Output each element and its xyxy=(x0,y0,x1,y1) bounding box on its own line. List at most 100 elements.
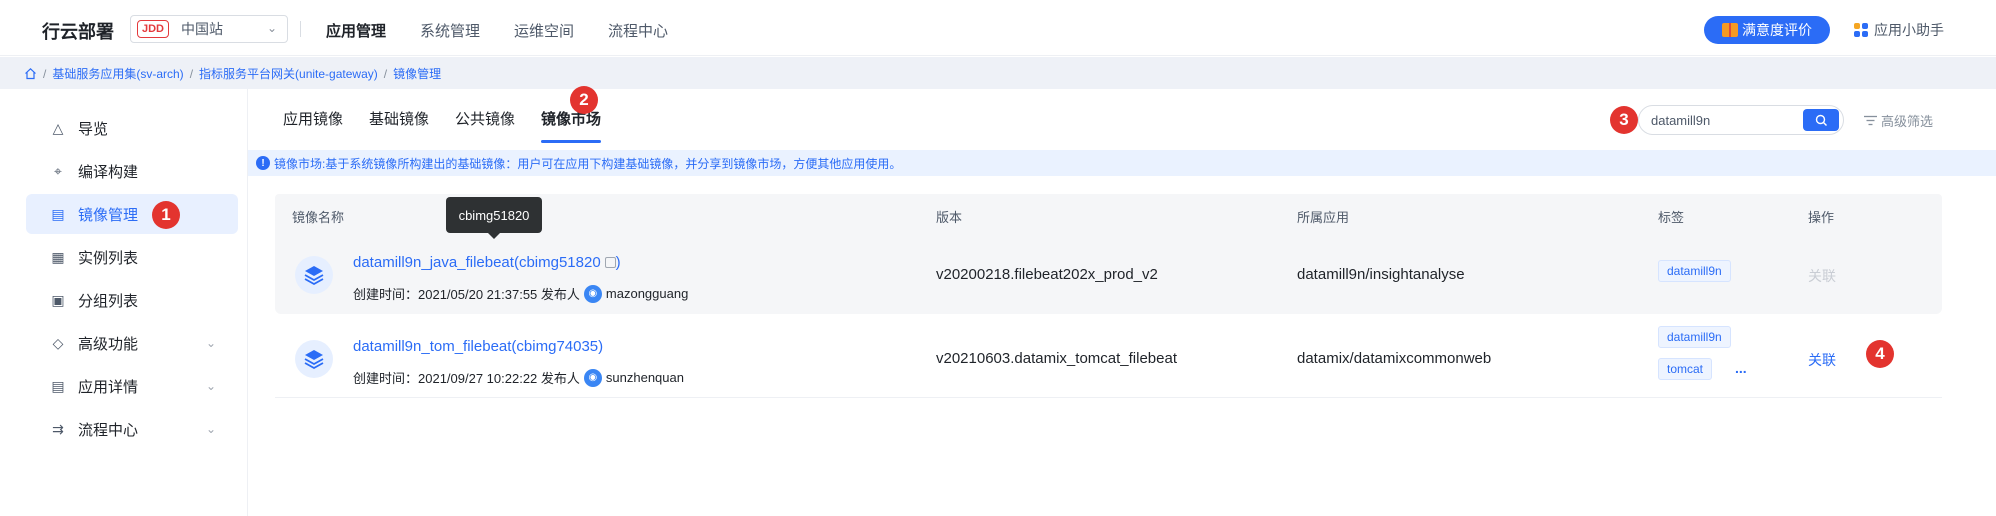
column-header-version: 版本 xyxy=(936,210,963,225)
image-name-link[interactable]: datamill9n_tom_filebeat(cbimg74035) xyxy=(353,338,603,355)
annotation-badge: 1 xyxy=(152,201,180,229)
associate-button[interactable]: 关联 xyxy=(1808,350,1836,370)
sidebar-item-app-details[interactable]: ▤ 应用详情 ⌄ xyxy=(26,366,238,406)
chevron-down-icon: ⌄ xyxy=(205,336,216,350)
search-input[interactable]: datamill9n xyxy=(1638,105,1844,135)
image-layers-icon xyxy=(295,340,333,378)
info-notice: ! 镜像市场:基于系统镜像所构建出的基础镜像：用户可在应用下构建基础镜像，并分享… xyxy=(248,150,1996,176)
gift-icon xyxy=(1722,23,1738,37)
sidebar-item-flow[interactable]: ⇉ 流程中心 ⌄ xyxy=(26,409,238,449)
assistant-button[interactable]: 应用小助手 xyxy=(1854,20,1944,40)
tab-public-images[interactable]: 公共镜像 xyxy=(455,108,515,143)
table-row: datamill9n_tom_filebeat(cbimg74035) 创建时间… xyxy=(275,320,1942,398)
top-nav-ops-space[interactable]: 运维空间 xyxy=(514,20,574,41)
associate-button-disabled: 关联 xyxy=(1808,268,1836,284)
image-name-link[interactable]: datamill9n_java_filebeat(cbimg51820) xyxy=(353,254,621,271)
assistant-label: 应用小助手 xyxy=(1874,22,1944,38)
column-header-name: 镜像名称 xyxy=(292,210,345,225)
advanced-filter-button[interactable]: 高级筛选 xyxy=(1864,111,1933,130)
column-header-app: 所属应用 xyxy=(1297,210,1350,225)
tag: tomcat xyxy=(1658,358,1713,380)
column-header-tags: 标签 xyxy=(1658,210,1685,225)
publisher: mazongguang xyxy=(605,286,689,301)
sidebar-item-instances[interactable]: ▦ 实例列表 xyxy=(26,237,238,277)
more-tags-button[interactable]: ... xyxy=(1735,360,1747,376)
annotation-badge: 4 xyxy=(1866,340,1894,368)
flow-icon: ⇉ xyxy=(52,420,64,437)
chevron-down-icon: ⌄ xyxy=(205,379,216,393)
avatar: ◉ xyxy=(583,284,602,303)
sidebar-item-label: 镜像管理 xyxy=(78,206,139,224)
breadcrumb-separator: / xyxy=(189,66,194,81)
table-row: datamill9n_java_filebeat(cbimg51820) 创建时… xyxy=(275,236,1942,314)
grid-icon: ▦ xyxy=(51,248,65,265)
build-icon: ⌖ xyxy=(54,162,62,179)
sidebar-item-label: 高级功能 xyxy=(78,335,139,353)
breadcrumb-item-app[interactable]: 指标服务平台网关(unite-gateway) xyxy=(199,65,378,82)
search-icon xyxy=(1815,114,1827,126)
notice-text: 镜像市场:基于系统镜像所构建出的基础镜像：用户可在应用下构建基础镜像，并分享到镜… xyxy=(274,156,902,171)
breadcrumb-item-app-set[interactable]: 基础服务应用集(sv-arch) xyxy=(52,65,183,82)
app-cell: datamix/datamixcommonweb xyxy=(1297,350,1492,367)
filter-label: 高级筛选 xyxy=(1881,114,1934,129)
tab-image-market[interactable]: 镜像市场 xyxy=(541,108,602,143)
sidebar-item-build[interactable]: ⌖ 编译构建 xyxy=(26,151,238,191)
rating-button[interactable]: 满意度评价 xyxy=(1704,16,1830,44)
annotation-badge: 3 xyxy=(1610,106,1638,134)
breadcrumb-separator: / xyxy=(43,66,47,81)
site-badge: JDD xyxy=(137,20,170,38)
tab-app-images[interactable]: 应用镜像 xyxy=(283,108,343,143)
annotation-badge: 2 xyxy=(570,86,598,114)
created-time: 创建时间：2021/05/20 21:37:55 发布人 xyxy=(353,287,580,302)
search-button[interactable] xyxy=(1803,109,1839,131)
avatar: ◉ xyxy=(583,368,602,387)
clipboard-icon: ▤ xyxy=(51,205,65,222)
filter-icon xyxy=(1864,115,1877,126)
copy-icon[interactable] xyxy=(604,257,616,268)
top-nav-system-management[interactable]: 系统管理 xyxy=(420,20,480,41)
tooltip: cbimg51820 xyxy=(446,197,542,239)
diamond-icon: ◇ xyxy=(52,334,64,351)
breadcrumb-item-current[interactable]: 镜像管理 xyxy=(393,65,441,82)
chevron-down-icon: ⌄ xyxy=(266,21,277,35)
sidebar-item-label: 导览 xyxy=(78,120,109,138)
folder-icon: ▣ xyxy=(51,291,65,308)
compass-icon: △ xyxy=(52,119,64,136)
publisher: sunzhenquan xyxy=(605,370,684,385)
top-nav-app-management[interactable]: 应用管理 xyxy=(326,20,386,41)
search-value: datamill9n xyxy=(1651,112,1711,128)
sidebar-item-label: 实例列表 xyxy=(78,249,139,267)
image-name-suffix: ) xyxy=(615,254,621,271)
top-nav-process-center[interactable]: 流程中心 xyxy=(608,20,668,41)
version-cell: v20200218.filebeat202x_prod_v2 xyxy=(936,266,1158,283)
rating-label: 满意度评价 xyxy=(1742,22,1812,38)
column-header-actions: 操作 xyxy=(1808,210,1835,225)
created-time: 创建时间：2021/09/27 10:22:22 发布人 xyxy=(353,371,580,386)
sidebar-item-advanced[interactable]: ◇ 高级功能 ⌄ xyxy=(26,323,238,363)
image-meta: 创建时间：2021/05/20 21:37:55 发布人 ◉ mazonggua… xyxy=(353,284,688,303)
apps-icon xyxy=(1854,23,1868,37)
tag: datamill9n xyxy=(1658,260,1731,282)
sidebar-item-groups[interactable]: ▣ 分组列表 xyxy=(26,280,238,320)
tag: datamill9n xyxy=(1658,326,1731,348)
chevron-down-icon: ⌄ xyxy=(205,422,216,436)
image-tabs: 应用镜像 基础镜像 公共镜像 镜像市场 xyxy=(283,108,627,143)
sidebar-item-label: 流程中心 xyxy=(78,421,139,439)
image-name-text: datamill9n_java_filebeat(cbimg51820 xyxy=(353,254,601,271)
brand-title[interactable]: 行云部署 xyxy=(42,18,114,44)
info-icon: ! xyxy=(256,156,270,170)
site-select[interactable]: JDD 中国站 ⌄ xyxy=(130,15,288,43)
sidebar-item-label: 分组列表 xyxy=(78,292,139,310)
sidebar-item-overview[interactable]: △ 导览 xyxy=(26,108,238,148)
tab-base-images[interactable]: 基础镜像 xyxy=(369,108,429,143)
sidebar-item-image-management[interactable]: ▤ 镜像管理 xyxy=(26,194,238,234)
breadcrumb: / 基础服务应用集(sv-arch) / 指标服务平台网关(unite-gate… xyxy=(24,65,441,82)
top-bar: 行云部署 JDD 中国站 ⌄ 应用管理 系统管理 运维空间 流程中心 满意度评价… xyxy=(0,0,1996,56)
home-icon[interactable] xyxy=(24,67,37,80)
version-cell: v20210603.datamix_tomcat_filebeat xyxy=(936,350,1177,367)
top-nav: 应用管理 系统管理 运维空间 流程中心 xyxy=(326,20,702,41)
image-layers-icon xyxy=(295,256,333,294)
layout-icon: ▤ xyxy=(51,377,65,394)
sidebar: △ 导览 ⌖ 编译构建 ▤ 镜像管理 ▦ 实例列表 ▣ 分组列表 ◇ 高级功能 … xyxy=(0,89,248,516)
sidebar-item-label: 编译构建 xyxy=(78,163,139,181)
